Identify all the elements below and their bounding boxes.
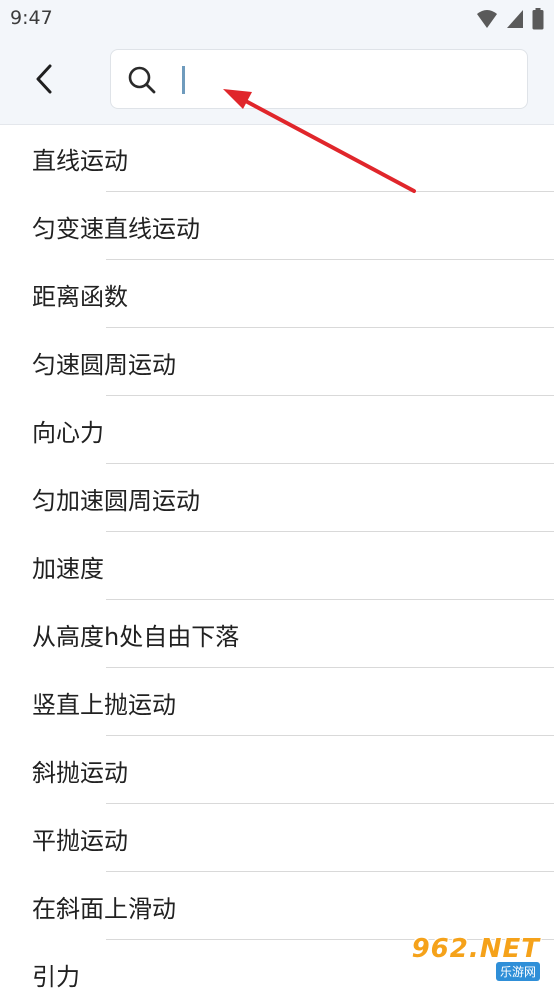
- list-item[interactable]: 距离函数: [0, 260, 554, 328]
- list-item[interactable]: 平抛运动: [0, 804, 554, 872]
- battery-icon: [532, 8, 544, 30]
- search-input[interactable]: [173, 58, 513, 100]
- list-item[interactable]: 斜抛运动: [0, 736, 554, 804]
- list-item[interactable]: 匀加速圆周运动: [0, 464, 554, 532]
- list-item[interactable]: 向心力: [0, 396, 554, 464]
- status-time: 9:47: [10, 7, 53, 29]
- list-item[interactable]: 从高度h处自由下落: [0, 600, 554, 668]
- watermark-brand: 962.NET: [411, 934, 540, 964]
- wifi-icon: [477, 10, 497, 28]
- list-item[interactable]: 直线运动: [0, 124, 554, 192]
- formula-list: 直线运动 匀变速直线运动 距离函数 匀速圆周运动 向心力 匀加速圆周运动 加速度…: [0, 124, 554, 1008]
- list-item[interactable]: 匀速圆周运动: [0, 328, 554, 396]
- status-bar: 9:47: [0, 0, 554, 38]
- back-button[interactable]: [24, 57, 64, 101]
- watermark-sub: 乐游网: [495, 962, 540, 981]
- watermark-logo: 962.NET 乐游网: [406, 934, 546, 981]
- list-item[interactable]: 竖直上抛运动: [0, 668, 554, 736]
- text-caret: [182, 66, 185, 94]
- chevron-left-icon: [36, 64, 52, 94]
- list-item[interactable]: 在斜面上滑动: [0, 872, 554, 940]
- signal-icon: [507, 10, 523, 28]
- search-icon: [128, 66, 156, 94]
- app-header: 9:47: [0, 0, 554, 125]
- search-box[interactable]: [110, 49, 528, 109]
- list-item[interactable]: 加速度: [0, 532, 554, 600]
- status-icons: [476, 8, 544, 30]
- list-item[interactable]: 匀变速直线运动: [0, 192, 554, 260]
